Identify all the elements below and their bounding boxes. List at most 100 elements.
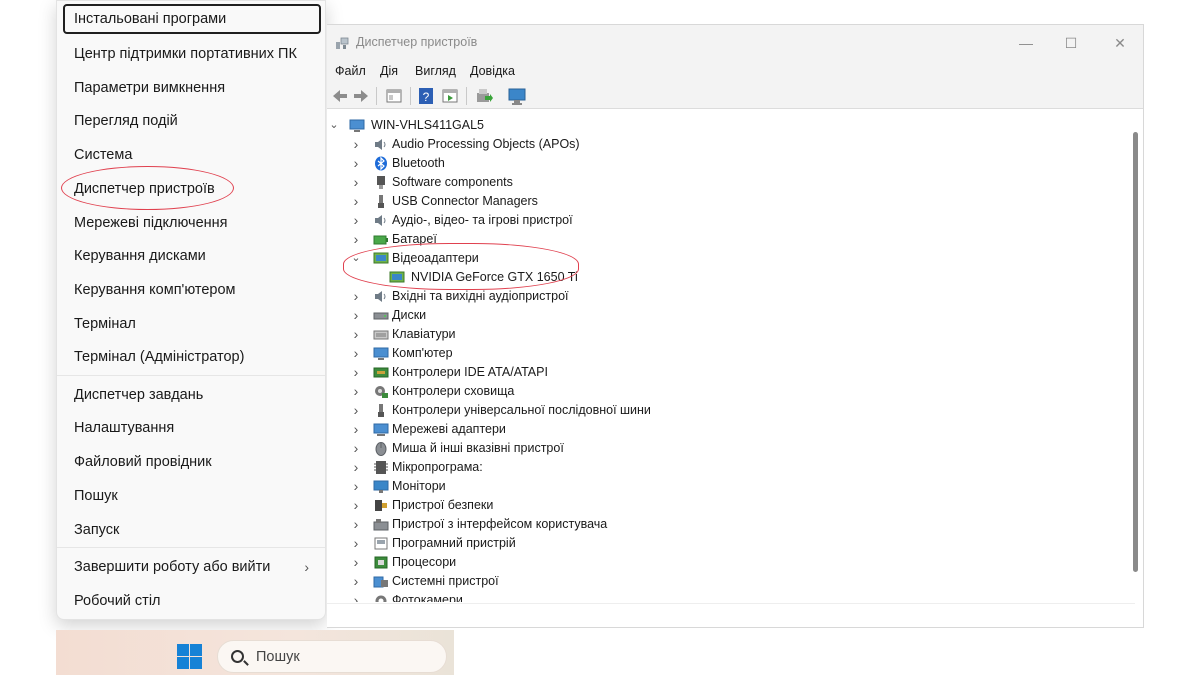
tree-category-label: Пристрої з інтерфейсом користувача [392,517,608,531]
tree-category-label: Диски [392,308,427,322]
windows-logo-icon[interactable] [177,644,202,669]
menu-view[interactable]: Вигляд [415,64,456,78]
menu-item-power-options[interactable]: Параметри вимкнення [63,73,321,103]
camera-icon [375,595,387,602]
menu-item-label: Параметри вимкнення [74,80,226,96]
chevron-right-icon[interactable]: › [351,287,361,306]
tree-root-label: WIN-VHLS411GAL5 [371,118,485,132]
tree-category-label: Мережеві адаптери [392,422,506,436]
menu-item-label: Термінал (Адміністратор) [74,349,245,365]
menu-item-settings[interactable]: Налаштування [63,413,321,443]
chevron-right-icon: › [304,559,309,575]
menu-item-label: Керування комп'ютером [74,282,236,298]
chevron-right-icon[interactable]: › [351,135,361,154]
chevron-right-icon[interactable]: › [351,401,361,420]
maximize-button[interactable]: ☐ [1048,31,1094,55]
chevron-right-icon[interactable]: › [351,173,361,192]
chevron-right-icon[interactable]: › [351,192,361,211]
toolbar-separator [466,87,467,105]
forward-arrow-icon[interactable] [351,86,371,106]
menu-item-terminal[interactable]: Термінал [63,309,321,339]
menu-item-label: Система [74,147,133,163]
display-adapter-icon [373,252,389,264]
software-component-icon [377,176,385,189]
chevron-right-icon[interactable]: › [351,230,361,249]
menu-item-label: Центр підтримки портативних ПК [74,46,297,62]
chevron-right-icon[interactable]: › [351,154,361,173]
taskbar-search-box[interactable]: Пошук [217,640,447,673]
chevron-right-icon[interactable]: › [351,382,361,401]
tree-category-label: Контролери IDE ATA/ATAPI [392,365,548,379]
menu-item-label: Диспетчер завдань [74,387,204,403]
menu-item-label: Диспетчер пристроїв [74,181,215,197]
chevron-right-icon[interactable]: › [351,344,361,363]
speaker-icon [375,291,386,302]
tree-category-label: Програмний пристрій [392,536,516,550]
chevron-down-icon[interactable]: ⌄ [329,116,339,135]
menu-item-label: Інстальовані програми [74,11,227,27]
chevron-right-icon[interactable]: › [351,572,361,591]
menu-item-search[interactable]: Пошук [63,481,321,511]
menu-action[interactable]: Дія [380,64,398,78]
menu-item-network-connections[interactable]: Мережеві підключення [63,208,321,238]
menu-item-system[interactable]: Система [63,140,321,170]
menu-item-mobility-center[interactable]: Центр підтримки портативних ПК [63,39,321,69]
menu-item-run[interactable]: Запуск [63,515,321,545]
chevron-right-icon[interactable]: › [351,363,361,382]
hid-icon [373,519,389,531]
menu-item-desktop[interactable]: Робочий стіл [63,586,321,616]
menu-file[interactable]: Файл [335,64,366,78]
tree-category-label: Монітори [392,479,446,493]
chevron-right-icon[interactable]: › [351,439,361,458]
tree-device-label: NVIDIA GeForce GTX 1650 Ti [411,270,578,284]
chevron-down-icon[interactable]: ⌄ [351,249,361,268]
help-icon[interactable]: ? [416,86,436,106]
run-icon[interactable] [440,86,460,106]
vertical-scrollbar[interactable] [1132,110,1140,602]
update-driver-icon[interactable] [473,86,493,106]
back-arrow-icon[interactable] [330,86,350,106]
menu-help[interactable]: Довідка [470,64,515,78]
menu-item-file-explorer[interactable]: Файловий провідник [63,447,321,477]
chevron-right-icon[interactable]: › [351,420,361,439]
menu-item-label: Файловий провідник [74,454,212,470]
disk-drive-icon [373,312,389,320]
menu-item-shutdown-signout[interactable]: Завершити роботу або вийти › [63,552,321,582]
menu-item-disk-management[interactable]: Керування дисками [63,241,321,271]
scrollbar-thumb[interactable] [1133,132,1138,572]
scan-hardware-icon[interactable] [507,86,527,106]
chevron-right-icon[interactable]: › [351,325,361,344]
chevron-right-icon[interactable]: › [351,591,361,602]
taskbar: Пошук [56,630,454,675]
properties-icon[interactable] [384,86,404,106]
menu-item-label: Завершити роботу або вийти [74,559,271,575]
tree-category-label: Пристрої безпеки [392,498,494,512]
battery-icon [373,235,388,245]
close-button[interactable]: ✕ [1097,31,1143,55]
bluetooth-icon [375,156,387,171]
chevron-right-icon[interactable]: › [351,458,361,477]
ide-controller-icon [373,367,389,378]
horizontal-scrollbar[interactable] [327,603,1135,627]
menu-item-installed-apps[interactable]: Інстальовані програми [63,4,321,34]
title-bar: Диспетчер пристроїв — ☐ ✕ [327,25,1143,61]
chevron-right-icon[interactable]: › [351,306,361,325]
chevron-right-icon[interactable]: › [351,496,361,515]
menu-item-computer-management[interactable]: Керування комп'ютером [63,275,321,305]
menu-item-device-manager[interactable]: Диспетчер пристроїв [63,174,321,204]
device-tree: ⌄ WIN-VHLS411GAL5 › Audio Processing Obje… [327,110,1135,602]
keyboard-icon [373,330,389,340]
menu-item-task-manager[interactable]: Диспетчер завдань [63,380,321,410]
network-adapter-icon [373,423,389,436]
menu-item-event-viewer[interactable]: Перегляд подій [63,106,321,136]
chevron-right-icon[interactable]: › [351,211,361,230]
menu-bar: Файл Дія Вигляд Довідка [327,61,1143,83]
chevron-right-icon[interactable]: › [351,553,361,572]
minimize-button[interactable]: — [1003,31,1049,55]
tree-category-label: Мікропрограма: [392,460,483,474]
svg-text:?: ? [423,90,430,104]
chevron-right-icon[interactable]: › [351,477,361,496]
chevron-right-icon[interactable]: › [351,534,361,553]
menu-item-terminal-admin[interactable]: Термінал (Адміністратор) [63,342,321,372]
chevron-right-icon[interactable]: › [351,515,361,534]
